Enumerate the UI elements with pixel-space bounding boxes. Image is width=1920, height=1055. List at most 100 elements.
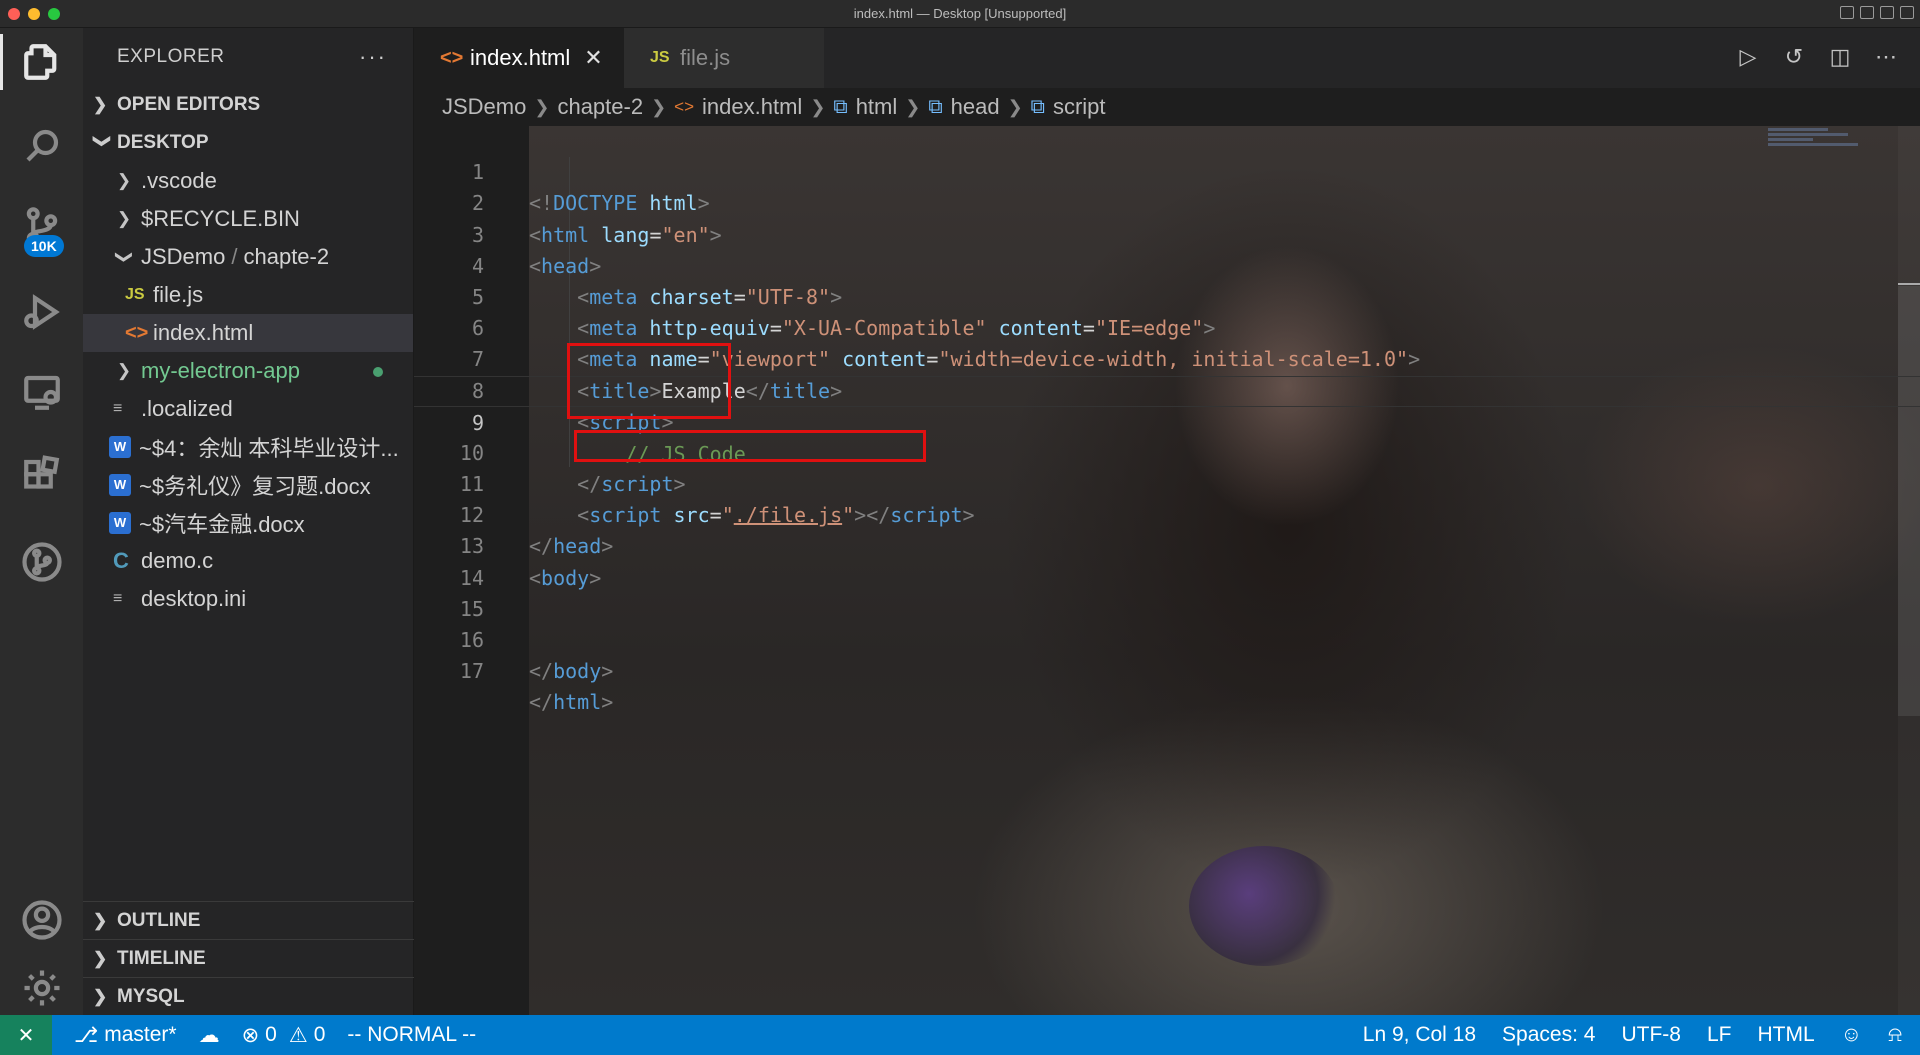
tree-label: ~$务礼仪》复习题.docx — [139, 474, 371, 499]
settings-gear-icon[interactable] — [0, 954, 83, 1022]
split-editor-icon[interactable]: ◫ — [1828, 44, 1852, 70]
notifications-bell-icon[interactable]: ⍾ — [1888, 1023, 1902, 1047]
title-bar: index.html — Desktop [Unsupported] — [0, 0, 1920, 28]
account-icon[interactable] — [0, 886, 83, 954]
chevron-right-icon: ❯ — [93, 95, 108, 114]
encoding[interactable]: UTF-8 — [1621, 1023, 1681, 1047]
end-of-line[interactable]: LF — [1707, 1023, 1732, 1047]
problems-indicator[interactable]: ⊗ 0 ⚠ 0 — [242, 1023, 326, 1048]
html-file-icon: <> — [674, 97, 695, 116]
toggle-secondary-sidebar-icon[interactable] — [1880, 6, 1894, 19]
tree-file-desktop-ini[interactable]: ≡ desktop.ini — [83, 580, 413, 618]
remote-indicator-icon[interactable]: ✕ — [0, 1015, 52, 1055]
more-actions-icon[interactable]: ⋯ — [1874, 44, 1898, 70]
tree-file-localized[interactable]: ≡ .localized — [83, 390, 413, 428]
language-mode[interactable]: HTML — [1757, 1023, 1814, 1047]
tree-file-doc1[interactable]: W ~$4：余灿 本科毕业设计... — [83, 428, 413, 466]
window-title: index.html — Desktop [Unsupported] — [853, 6, 1067, 21]
remote-explorer-icon[interactable] — [0, 358, 83, 426]
breadcrumb-item[interactable]: head — [951, 94, 1000, 120]
section-label: OPEN EDITORS — [117, 94, 261, 115]
explorer-title: EXPLORER — [117, 46, 225, 67]
symbol-cube-icon: ⧉ — [1030, 95, 1045, 118]
warning-icon: ⚠ — [288, 1023, 308, 1047]
customize-layout-icon[interactable] — [1900, 6, 1914, 19]
code-line: 6 <meta name="viewport" content="width=d… — [414, 282, 1920, 371]
toggle-panel-icon[interactable] — [1860, 6, 1874, 19]
explorer-icon[interactable] — [0, 28, 83, 96]
branch-indicator[interactable]: ⎇ master* — [74, 1023, 177, 1048]
feedback-icon[interactable]: ☺ — [1841, 1023, 1862, 1047]
tree-file-index-html[interactable]: <> index.html — [83, 314, 413, 352]
breadcrumb-item[interactable]: chapte-2 — [557, 94, 643, 120]
section-outline[interactable]: ❯ OUTLINE — [83, 901, 414, 939]
highlight-box-external-script — [574, 430, 926, 462]
chevron-right-icon: ❯ — [93, 910, 108, 930]
javascript-file-icon: JS — [125, 286, 145, 303]
code-editor[interactable]: 1 <!DOCTYPE html> 2 <html lang="en"> 3 <… — [414, 126, 1920, 1015]
breadcrumb-item[interactable]: JSDemo — [442, 94, 526, 120]
section-desktop[interactable]: ❯ DESKTOP — [83, 124, 413, 162]
error-count: 0 — [265, 1023, 277, 1046]
activity-bar: 10K — [0, 28, 83, 1015]
chevron-right-icon: ❯ — [116, 209, 132, 228]
more-actions-icon[interactable]: ··· — [359, 44, 387, 70]
error-icon: ⊗ — [241, 1023, 260, 1047]
chevron-down-icon: ❯ — [115, 249, 134, 265]
chevron-right-icon: ❯ — [93, 986, 108, 1006]
code-line: 13 <body> — [414, 500, 1920, 589]
tree-file-file-js[interactable]: JS file.js — [83, 276, 413, 314]
editor-tab-bar: <> index.html ✕ JS file.js ▷ ↺ ◫ ⋯ — [414, 28, 1920, 88]
html-file-icon: <> — [440, 46, 464, 69]
tree-file-demo-c[interactable]: C demo.c — [83, 542, 413, 580]
run-debug-icon[interactable] — [0, 278, 83, 346]
chevron-right-icon: ❯ — [116, 361, 132, 380]
chevron-right-icon: ❯ — [93, 948, 108, 968]
code-line: 4 <meta charset="UTF-8"> — [414, 220, 1920, 309]
section-open-editors[interactable]: ❯ OPEN EDITORS — [83, 86, 413, 124]
editor-actions: ▷ ↺ ◫ ⋯ — [1736, 44, 1898, 70]
tree-file-doc2[interactable]: W ~$务礼仪》复习题.docx — [83, 466, 413, 504]
section-mysql[interactable]: ❯ MYSQL — [83, 977, 414, 1015]
explorer-sidebar: EXPLORER ··· ❯ OPEN EDITORS ❯ DESKTOP ❯ … — [83, 28, 414, 1015]
breadcrumb-item[interactable]: script — [1053, 94, 1106, 120]
run-icon[interactable]: ▷ — [1736, 44, 1760, 70]
toggle-primary-sidebar-icon[interactable] — [1840, 6, 1854, 19]
tree-folder-vscode[interactable]: ❯ .vscode — [83, 162, 413, 200]
cursor-position[interactable]: Ln 9, Col 18 — [1363, 1023, 1476, 1047]
branch-name: master* — [104, 1023, 177, 1046]
section-label: TIMELINE — [117, 947, 206, 969]
sync-button[interactable]: ☁ — [199, 1023, 220, 1048]
search-icon[interactable] — [0, 112, 83, 180]
close-tab-icon[interactable]: ✕ — [584, 45, 602, 71]
git-graph-icon[interactable] — [0, 528, 83, 596]
chevron-right-icon: ❯ — [810, 96, 826, 117]
word-document-icon: W — [109, 512, 131, 534]
tree-label-a: JSDemo — [141, 244, 226, 269]
tree-label: $RECYCLE.BIN — [141, 206, 300, 231]
tree-folder-my-electron-app[interactable]: ❯ my-electron-app — [83, 352, 413, 390]
tree-folder-jsdemo[interactable]: ❯ JSDemo / chapte-2 — [83, 238, 413, 276]
tab-label: index.html — [470, 45, 571, 70]
tree-file-doc3[interactable]: W ~$汽车金融.docx — [83, 504, 413, 542]
tab-index-html[interactable]: <> index.html ✕ — [414, 28, 624, 88]
status-bar-right: Ln 9, Col 18 Spaces: 4 UTF-8 LF HTML ☺ ⍾ — [1363, 1015, 1920, 1055]
tab-file-js[interactable]: JS file.js — [624, 28, 824, 88]
code-line: 1 <!DOCTYPE html> — [414, 126, 1920, 215]
code-line: 15 — [414, 563, 1920, 621]
breadcrumb-item[interactable]: html — [856, 94, 898, 120]
tree-label: my-electron-app — [141, 358, 300, 383]
timeline-history-icon[interactable]: ↺ — [1782, 44, 1806, 70]
extensions-icon[interactable] — [0, 442, 83, 510]
c-file-icon: C — [113, 548, 129, 573]
tree-label-b: chapte-2 — [243, 244, 330, 269]
section-timeline[interactable]: ❯ TIMELINE — [83, 939, 414, 977]
code-line: 5 <meta http-equiv="X-UA-Compatible" con… — [414, 251, 1920, 340]
indentation[interactable]: Spaces: 4 — [1502, 1023, 1595, 1047]
cloud-sync-icon: ☁ — [198, 1023, 220, 1047]
chevron-right-icon: ❯ — [905, 96, 921, 117]
breadcrumb-item[interactable]: index.html — [702, 94, 802, 120]
tree-folder-recycle-bin[interactable]: ❯ $RECYCLE.BIN — [83, 200, 413, 238]
status-bar: ✕ ⎇ master* ☁ ⊗ 0 ⚠ 0 -- NORMAL -- Ln 9,… — [0, 1015, 1920, 1055]
symbol-cube-icon: ⧉ — [833, 95, 848, 118]
